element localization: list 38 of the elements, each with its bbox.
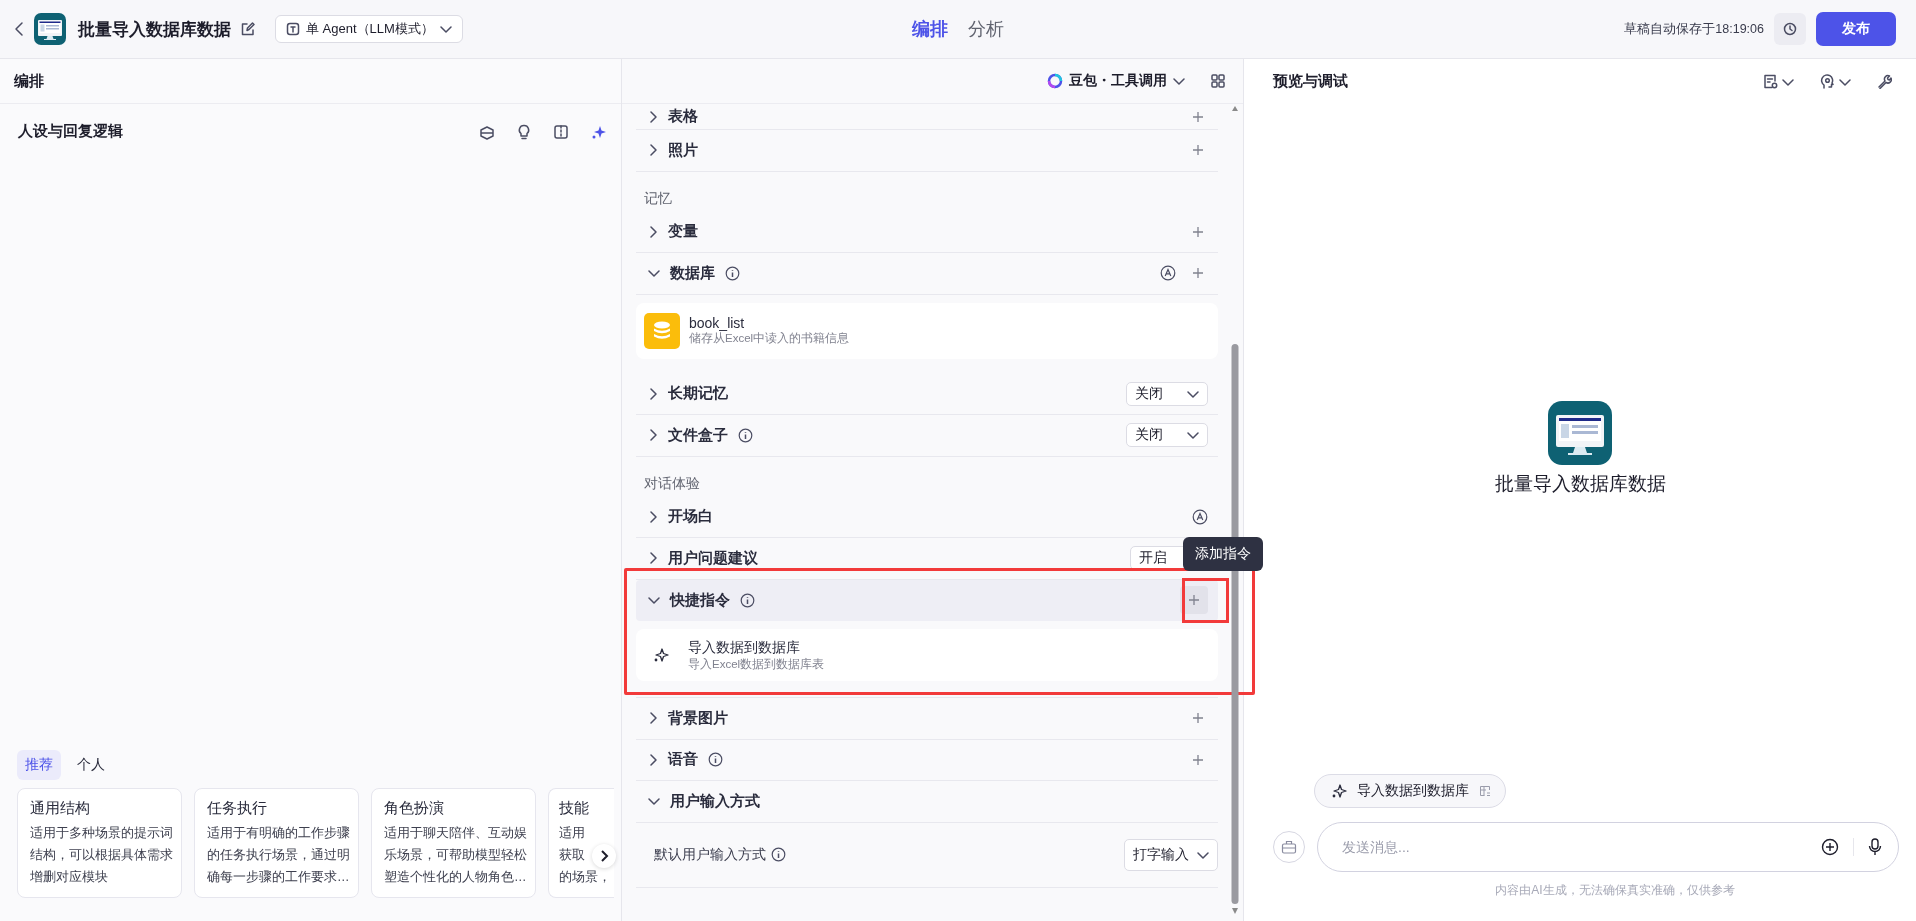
command-name: 导入数据到数据库 — [688, 638, 801, 657]
section-title: 长期记忆 — [668, 384, 728, 404]
section-title: 语音 — [668, 750, 698, 770]
template-title: 技能 — [559, 799, 589, 818]
section-title: 变量 — [668, 222, 698, 242]
database-name: book_list — [689, 315, 746, 331]
panel-title: 预览与调试 — [1273, 72, 1348, 91]
database-description: 储存从Excel中读入的书籍信息 — [689, 331, 850, 346]
command-description: 导入Excel数据到数据库表 — [688, 656, 825, 672]
section-title: 表格 — [668, 107, 698, 126]
template-description: 适用于多种场景的提示词 结构，可以根据具体需求 增删对应模块 — [30, 825, 173, 886]
section-title: 数据库 — [670, 263, 715, 283]
section-title: 背景图片 — [668, 708, 728, 728]
setting-label: 默认用户输入方式 — [654, 845, 766, 864]
group-label: 对话体验 — [643, 474, 701, 493]
section-title: 人设与回复逻辑 — [18, 122, 123, 141]
template-title: 角色扮演 — [384, 799, 444, 818]
app-title: 批量导入数据库数据 — [78, 18, 231, 41]
template-title: 任务执行 — [207, 799, 267, 818]
section-title: 文件盒子 — [668, 425, 728, 445]
section-title: 用户问题建议 — [668, 548, 758, 568]
tooltip: 添加指令 — [1183, 536, 1263, 571]
template-description-line: 适用 — [559, 825, 585, 842]
section-title: 用户输入方式 — [670, 791, 760, 811]
section-title: 快捷指令 — [670, 590, 730, 610]
panel-title: 编排 — [14, 71, 44, 91]
template-description-line: 的场景， — [559, 869, 611, 886]
chip-label: 导入数据到数据库 — [1357, 782, 1469, 800]
template-description: 适用于聊天陪伴、互动娱 乐场景，可帮助模型轻松 塑造个性化的人物角色… — [384, 825, 527, 886]
disclaimer: 内容由AI生成，无法确保真实准确，仅供参考 — [1494, 882, 1736, 899]
template-description: 适用于有明确的工作步骤 的任务执行场景，通过明 确每一步骤的工作要求… — [207, 825, 350, 886]
bot-name: 批量导入数据库数据 — [1494, 472, 1666, 496]
save-status: 草稿自动保存于18:19:06 — [1624, 20, 1764, 38]
group-label: 记忆 — [643, 189, 673, 208]
section-title: 照片 — [668, 140, 698, 160]
template-title: 通用结构 — [30, 799, 90, 818]
section-title: 开场白 — [668, 507, 713, 527]
template-description-line: 获取 — [559, 847, 585, 864]
